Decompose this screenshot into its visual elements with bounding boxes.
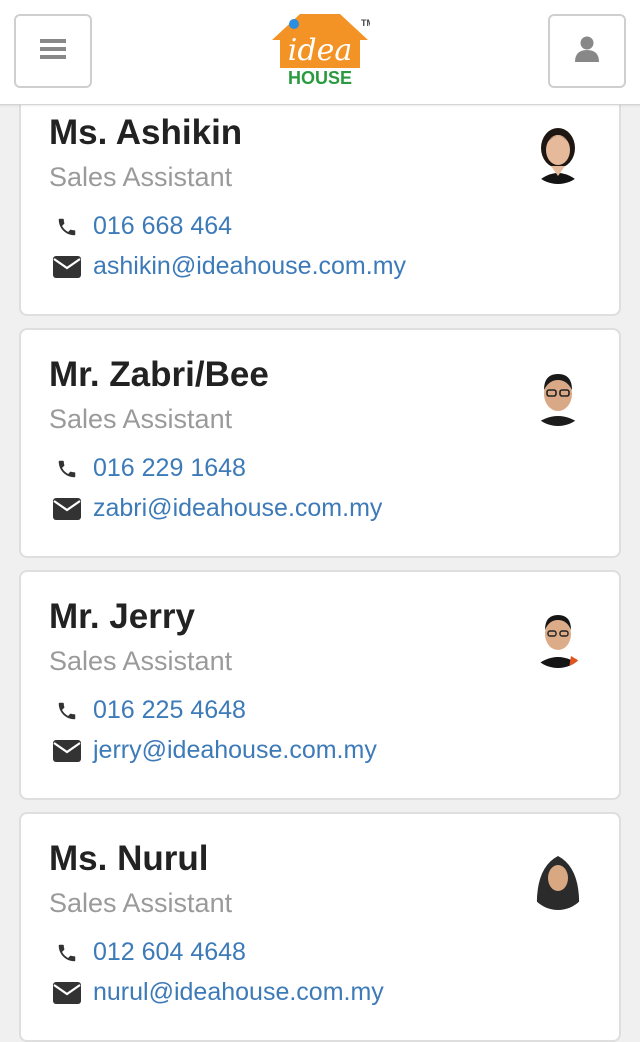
contact-card: Mr. Jerry Sales Assistant 016 225 4648 j… [19,570,621,800]
phone-icon [51,939,83,967]
contact-name: Ms. Nurul [49,839,209,878]
contact-card: Mr. Zabri/Bee Sales Assistant 016 229 16… [19,328,621,558]
phone-icon [51,697,83,725]
top-navbar: idea TM HOUSE [0,0,640,105]
user-icon [575,36,599,67]
contact-phone-row: 016 225 4648 [51,696,246,725]
user-account-button[interactable] [548,14,626,88]
ideahouse-logo[interactable]: idea TM HOUSE [270,10,374,88]
contact-card: Ms. Nurul Sales Assistant 012 604 4648 n… [19,812,621,1042]
contact-name: Ms. Ashikin [49,113,243,152]
contact-role: Sales Assistant [49,162,233,192]
contact-email-link[interactable]: jerry@ideahouse.com.my [93,736,377,765]
contact-phone-link[interactable]: 016 225 4648 [93,696,246,725]
contact-email-row: zabri@ideahouse.com.my [51,494,382,523]
contact-role: Sales Assistant [49,404,233,434]
envelope-icon [51,737,83,765]
contact-email-row: nurul@ideahouse.com.my [51,978,384,1007]
contact-email-row: jerry@ideahouse.com.my [51,736,377,765]
logo-subtext: HOUSE [288,68,352,88]
phone-icon [51,455,83,483]
contact-email-link[interactable]: nurul@ideahouse.com.my [93,978,384,1007]
contact-phone-link[interactable]: 016 668 464 [93,212,232,241]
contact-avatar [527,122,589,184]
hamburger-menu-icon [40,38,66,64]
contact-role: Sales Assistant [49,646,233,676]
contact-phone-row: 012 604 4648 [51,938,246,967]
contact-avatar [527,848,589,910]
contact-email-link[interactable]: zabri@ideahouse.com.my [93,494,382,523]
logo-text: idea [288,33,352,68]
envelope-icon [51,979,83,1007]
envelope-icon [51,253,83,281]
contact-phone-link[interactable]: 012 604 4648 [93,938,246,967]
contact-email-row: ashikin@ideahouse.com.my [51,252,406,281]
envelope-icon [51,495,83,523]
contact-role: Sales Assistant [49,888,233,918]
contact-email-link[interactable]: ashikin@ideahouse.com.my [93,252,406,281]
menu-button[interactable] [14,14,92,88]
contact-name: Mr. Zabri/Bee [49,355,269,394]
phone-icon [51,213,83,241]
contact-name: Mr. Jerry [49,597,195,636]
contact-phone-row: 016 229 1648 [51,454,246,483]
contact-avatar [527,606,589,668]
contact-avatar [527,364,589,426]
contact-phone-row: 016 668 464 [51,212,232,241]
contact-phone-link[interactable]: 016 229 1648 [93,454,246,483]
logo-tm: TM [361,18,370,28]
